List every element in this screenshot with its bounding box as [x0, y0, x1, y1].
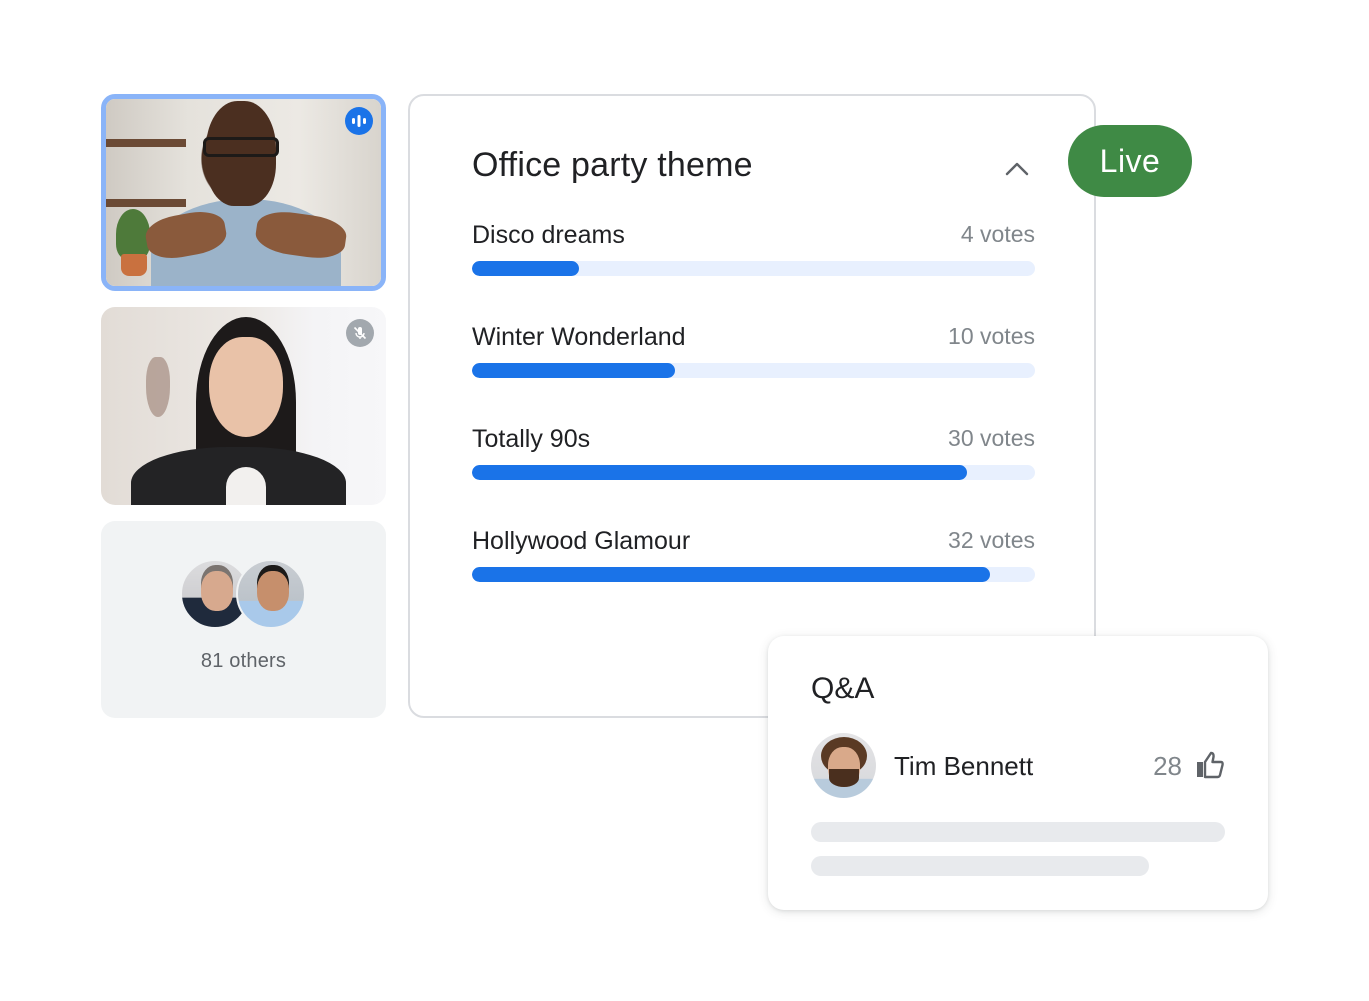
- poll-option[interactable]: Disco dreams 4 votes: [472, 221, 1035, 281]
- avatar: [811, 733, 876, 798]
- option-votes: 30 votes: [948, 425, 1035, 451]
- audio-wave-icon: [345, 107, 373, 135]
- option-votes: 4 votes: [960, 221, 1035, 247]
- poll-title: Office party theme: [472, 146, 753, 184]
- poll-option[interactable]: Winter Wonderland 10 votes: [472, 323, 1035, 383]
- poll-option[interactable]: Hollywood Glamour 32 votes: [472, 527, 1035, 587]
- upvote-count: 28: [1153, 751, 1182, 781]
- vote-bar-track: [472, 363, 1035, 378]
- vote-bar-track: [472, 261, 1035, 276]
- avatar-face: [257, 571, 289, 611]
- vote-bar-track: [472, 567, 1035, 582]
- option-label: Totally 90s: [472, 425, 591, 453]
- shelf: [106, 139, 186, 147]
- avatar-face: [201, 571, 233, 611]
- thumb-up-icon: [1197, 751, 1224, 779]
- mic-off-icon: [346, 319, 374, 347]
- others-tile[interactable]: 81 others: [101, 521, 386, 718]
- plant-pot: [121, 254, 147, 276]
- question-author: Tim Bennett: [894, 751, 1034, 781]
- participant-video: [101, 307, 386, 505]
- chevron-up-icon: [1005, 162, 1029, 176]
- live-badge: Live: [1068, 125, 1192, 197]
- vote-bar-fill: [472, 567, 990, 582]
- shelf: [106, 199, 186, 207]
- avatar-beard: [829, 769, 859, 787]
- upvote-button[interactable]: [1194, 749, 1226, 781]
- vote-bar-fill: [472, 465, 968, 480]
- option-label: Hollywood Glamour: [472, 527, 691, 555]
- poll-card: Office party theme Disco dreams 4 votes …: [408, 94, 1096, 718]
- others-count-label: 81 others: [200, 650, 287, 672]
- question-text-placeholder: [811, 856, 1149, 876]
- participant-collar: [226, 467, 266, 505]
- participant-video: [106, 99, 381, 286]
- option-label: Winter Wonderland: [472, 323, 686, 351]
- participant-glasses: [203, 137, 279, 157]
- poll-option[interactable]: Totally 90s 30 votes: [472, 425, 1035, 485]
- participant-face: [209, 337, 283, 437]
- qa-title: Q&A: [811, 672, 875, 705]
- vote-bar-track: [472, 465, 1035, 480]
- option-votes: 32 votes: [948, 527, 1035, 553]
- qa-card: Q&A Tim Bennett 28: [768, 636, 1268, 910]
- others-avatars: [180, 559, 306, 629]
- dried-flowers: [146, 357, 170, 417]
- question-text-placeholder: [811, 822, 1225, 842]
- vote-bar-fill: [472, 261, 579, 276]
- video-tile-muted[interactable]: [101, 307, 386, 505]
- video-tile-speaking[interactable]: [101, 94, 386, 291]
- avatar: [236, 559, 306, 629]
- option-label: Disco dreams: [472, 221, 625, 249]
- vote-bar-fill: [472, 363, 675, 378]
- option-votes: 10 votes: [948, 323, 1035, 349]
- collapse-poll-button[interactable]: [1002, 154, 1032, 184]
